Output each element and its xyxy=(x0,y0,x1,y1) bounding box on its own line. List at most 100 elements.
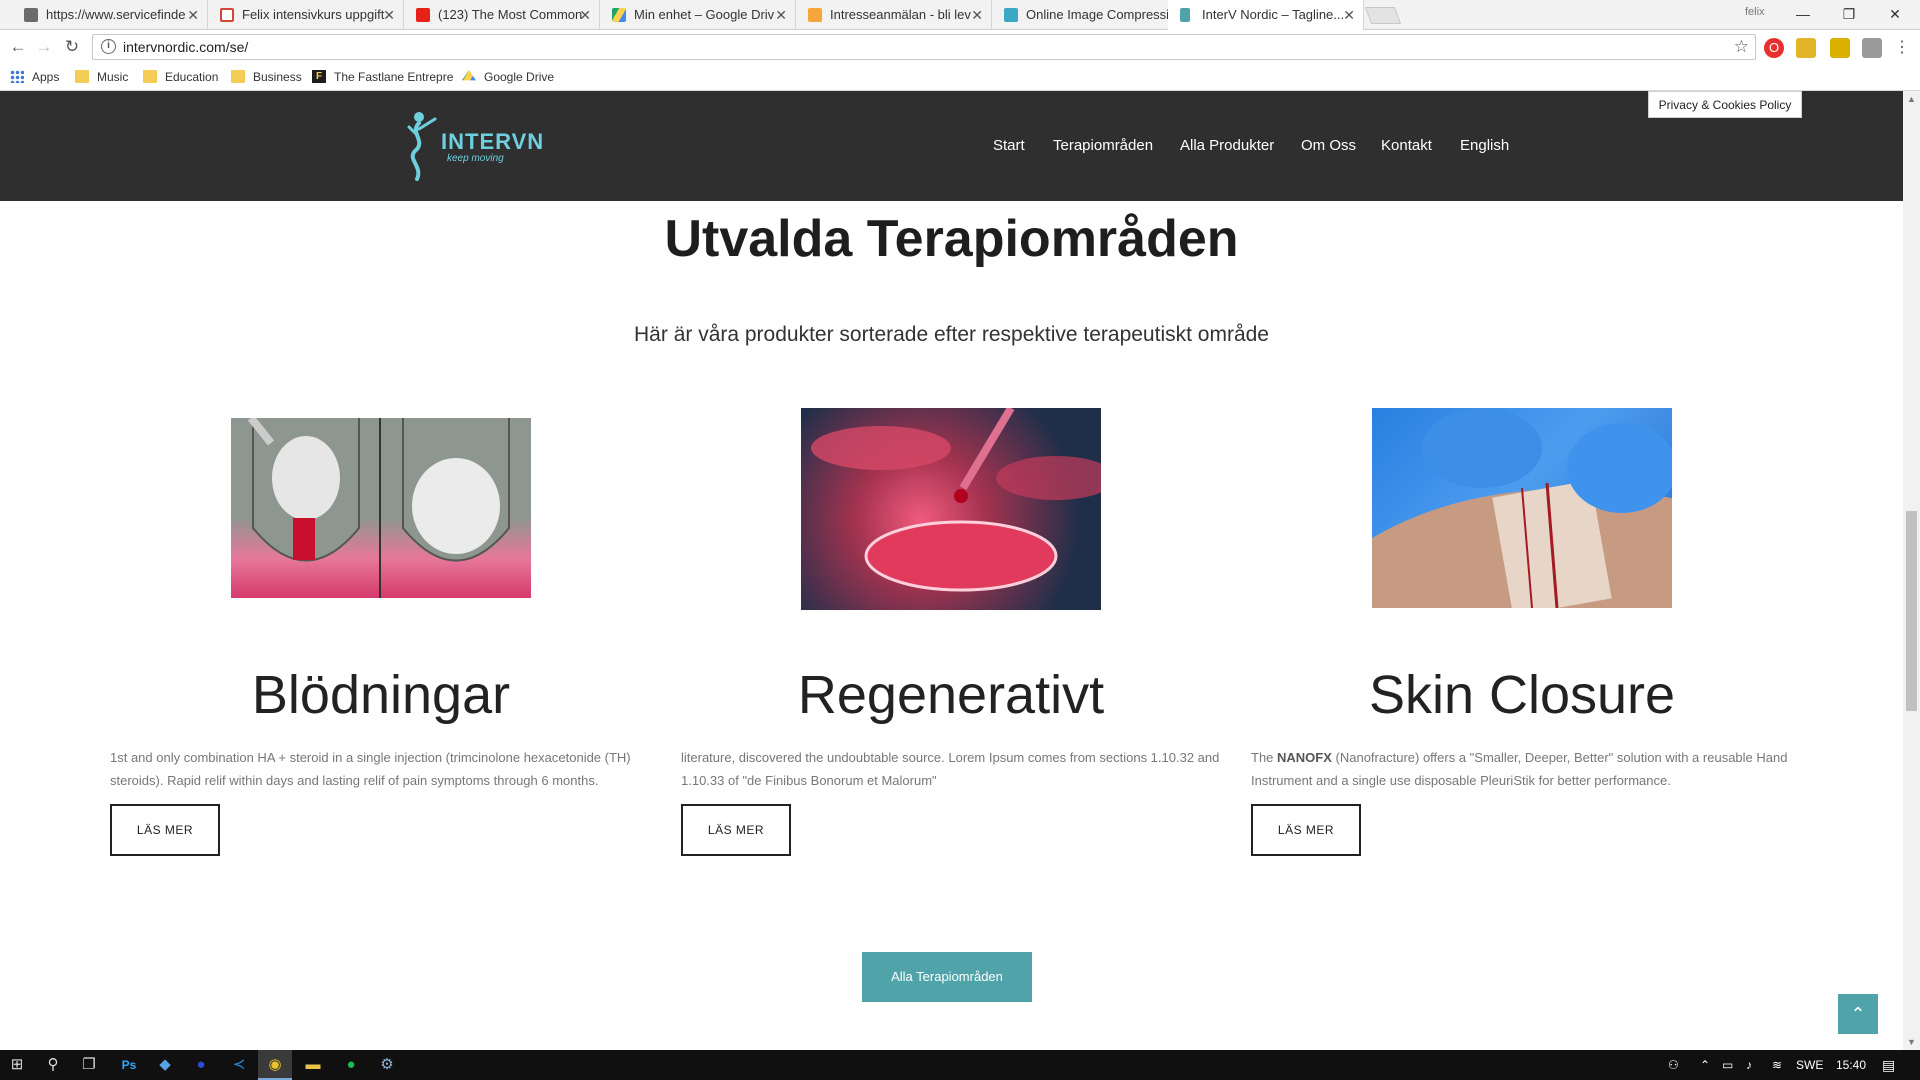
app-icon[interactable]: ◆ xyxy=(148,1050,182,1080)
windows-start-icon[interactable]: ⊞ xyxy=(0,1050,34,1080)
close-icon[interactable]: ✕ xyxy=(579,0,591,30)
restore-button[interactable]: ❐ xyxy=(1826,0,1872,30)
logo-tagline: keep moving xyxy=(447,153,504,164)
servicefinder-favicon-icon xyxy=(24,8,38,22)
nav-start[interactable]: Start xyxy=(993,91,1025,201)
image-compressor-favicon-icon xyxy=(1004,8,1018,22)
new-tab-button[interactable] xyxy=(1364,7,1402,24)
menu-dots-icon[interactable]: ⋮ xyxy=(1892,38,1912,58)
notifications-icon[interactable]: ▤ xyxy=(1882,1050,1895,1080)
show-hidden-icons-chevron-icon[interactable]: ⌃ xyxy=(1700,1050,1710,1080)
bookmark-label: The Fastlane Entrepre xyxy=(334,70,454,84)
minimize-button[interactable]: — xyxy=(1780,0,1826,30)
alla-terapiomraden-button[interactable]: Alla Terapiområden xyxy=(862,952,1032,1002)
skin-closure-icon xyxy=(1372,408,1672,608)
section-title: Utvalda Terapiområden xyxy=(664,210,1239,268)
forward-arrow-icon[interactable]: → xyxy=(32,35,56,59)
wifi-icon[interactable]: ≋ xyxy=(1772,1050,1782,1080)
intervn-logo[interactable]: INTERVN keep moving xyxy=(405,109,543,181)
close-icon[interactable]: ✕ xyxy=(383,0,395,30)
bleeding-illustration-image xyxy=(231,418,531,598)
volume-icon[interactable]: ♪ xyxy=(1746,1050,1752,1080)
chrome-icon[interactable]: ◉ xyxy=(258,1050,292,1080)
las-mer-button[interactable]: LÄS MER xyxy=(681,804,791,856)
scrollbar-thumb[interactable] xyxy=(1906,511,1917,711)
browser-tab[interactable]: Felix intensivkurs uppgift ✕ xyxy=(208,0,404,30)
browser-tab[interactable]: Min enhet – Google Driv ✕ xyxy=(600,0,796,30)
tab-title: https://www.servicefinde xyxy=(46,7,186,22)
spine-figure-icon xyxy=(407,112,437,181)
bookmark-apps[interactable]: Apps xyxy=(10,64,59,90)
browser-tab[interactable]: Intresseanmälan - bli lev ✕ xyxy=(796,0,992,30)
windows-taskbar: ⊞ ⚲ ❐ Ps ◆ ● ≺ ◉ ▬ ● ⚙ ⚇ ⌃ ▭ ♪ ≋ SWE 15:… xyxy=(0,1050,1920,1080)
profile-name[interactable]: felix xyxy=(1745,6,1765,18)
opera-extension-icon[interactable]: O xyxy=(1764,38,1784,58)
google-drive-icon xyxy=(462,70,476,81)
reload-icon[interactable]: ↻ xyxy=(60,35,84,59)
bleeding-diagram-icon xyxy=(247,418,510,598)
card-title-regenerativt: Regenerativt xyxy=(797,665,1105,725)
page-scrollbar[interactable]: ▲ ▼ xyxy=(1903,91,1920,1050)
search-icon[interactable]: ⚲ xyxy=(36,1050,70,1080)
scroll-to-top-button[interactable]: ⌃ xyxy=(1838,994,1878,1034)
browser-tab[interactable]: https://www.servicefinde ✕ xyxy=(12,0,208,30)
nav-alla-produkter[interactable]: Alla Produkter xyxy=(1180,91,1274,201)
las-mer-button[interactable]: LÄS MER xyxy=(110,804,220,856)
extension-icon[interactable] xyxy=(1796,38,1816,58)
close-icon[interactable]: ✕ xyxy=(187,0,199,30)
photoshop-icon[interactable]: Ps xyxy=(112,1050,146,1080)
card-text-bold: NANOFX xyxy=(1277,750,1332,765)
tab-title: InterV Nordic – Tagline... xyxy=(1202,7,1345,22)
battery-icon[interactable]: ▭ xyxy=(1722,1050,1733,1080)
spotify-icon[interactable]: ● xyxy=(334,1050,368,1080)
task-view-icon[interactable]: ❐ xyxy=(72,1050,106,1080)
bookmark-label: Apps xyxy=(32,70,60,84)
close-icon[interactable]: ✕ xyxy=(775,0,787,30)
card-text: The NANOFX (Nanofracture) offers a "Smal… xyxy=(1251,746,1821,792)
back-arrow-icon[interactable]: ← xyxy=(6,35,30,59)
browser-tab-active[interactable]: InterV Nordic – Tagline... ✕ xyxy=(1168,0,1364,31)
privacy-policy-link[interactable]: Privacy & Cookies Policy xyxy=(1648,91,1802,118)
clock[interactable]: 15:40 xyxy=(1836,1050,1866,1080)
window-close-button[interactable]: ✕ xyxy=(1872,0,1918,30)
card-text: literature, discovered the undoubtable s… xyxy=(681,750,1220,788)
browser-tab[interactable]: (123) The Most Common ✕ xyxy=(404,0,600,30)
bookmark-star-icon[interactable]: ☆ xyxy=(1734,35,1749,59)
card-text-prefix: The xyxy=(1251,750,1278,765)
web-page: INTERVN keep moving Start Terapiområden … xyxy=(0,91,1903,1050)
las-mer-button[interactable]: LÄS MER xyxy=(1251,804,1361,856)
scroll-down-icon[interactable]: ▼ xyxy=(1903,1034,1920,1050)
bookmarks-bar: Apps Music Education Business F The Fast… xyxy=(0,64,1920,91)
bookmark-google-drive[interactable]: Google Drive xyxy=(462,64,554,90)
bookmark-education[interactable]: Education xyxy=(143,64,218,90)
browser-tab[interactable]: Online Image Compressi ✕ xyxy=(992,0,1188,30)
bookmark-business[interactable]: Business xyxy=(231,64,302,90)
skin-closure-image xyxy=(1372,408,1672,608)
address-bar[interactable]: i intervnordic.com/se/ ☆ xyxy=(92,34,1756,60)
bookmark-label: Music xyxy=(97,70,129,84)
people-icon[interactable]: ⚇ xyxy=(1668,1050,1679,1080)
tab-title: Intresseanmälan - bli lev xyxy=(830,7,971,22)
input-language[interactable]: SWE xyxy=(1796,1050,1823,1080)
folder-icon xyxy=(231,70,245,83)
close-icon[interactable]: ✕ xyxy=(1343,0,1355,30)
logo-wordmark: INTERVN xyxy=(441,129,545,154)
bookmark-fastlane[interactable]: F The Fastlane Entrepre xyxy=(312,64,453,90)
file-explorer-icon[interactable]: ▬ xyxy=(296,1050,330,1080)
info-icon[interactable]: i xyxy=(101,39,116,54)
bookmark-music[interactable]: Music xyxy=(75,64,128,90)
nav-om-oss[interactable]: Om Oss xyxy=(1301,91,1356,201)
extension-icon[interactable] xyxy=(1830,38,1850,58)
nav-terapiomraden[interactable]: Terapiområden xyxy=(1053,91,1153,201)
address-url[interactable]: intervnordic.com/se/ xyxy=(123,35,248,59)
tab-title: Min enhet – Google Driv xyxy=(634,7,775,22)
steam-icon[interactable]: ⚙ xyxy=(370,1050,404,1080)
cast-icon[interactable] xyxy=(1862,38,1882,58)
visual-studio-code-icon[interactable]: ≺ xyxy=(222,1050,256,1080)
nav-kontakt[interactable]: Kontakt xyxy=(1381,91,1432,201)
browser-tab-bar: https://www.servicefinde ✕ Felix intensi… xyxy=(0,0,1920,31)
scroll-up-icon[interactable]: ▲ xyxy=(1903,91,1920,107)
close-icon[interactable]: ✕ xyxy=(971,0,983,30)
nav-english[interactable]: English xyxy=(1460,91,1509,201)
app-circle-icon[interactable]: ● xyxy=(184,1050,218,1080)
